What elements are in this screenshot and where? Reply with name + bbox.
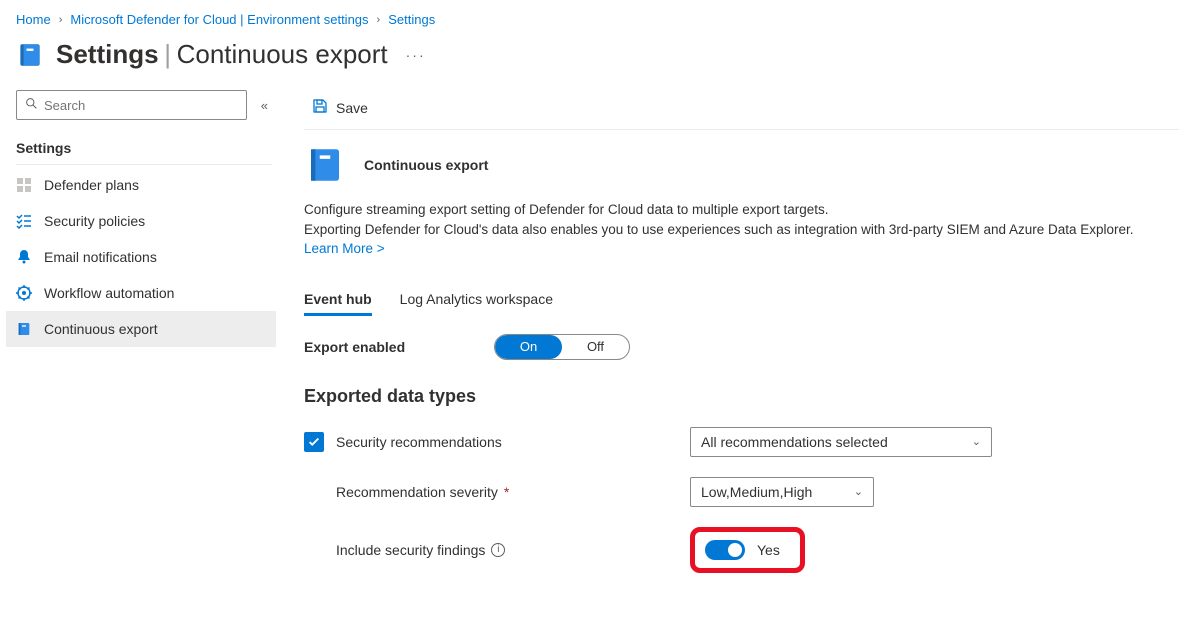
toggle-knob xyxy=(728,543,742,557)
checklist-icon xyxy=(16,213,32,229)
chevron-right-icon: › xyxy=(59,14,63,26)
dropdown-value: All recommendations selected xyxy=(701,434,888,450)
search-icon xyxy=(25,97,38,113)
toolbar: Save xyxy=(304,86,1179,130)
content-header-title: Continuous export xyxy=(364,157,488,173)
chevron-right-icon: › xyxy=(377,14,381,26)
export-enabled-label: Export enabled xyxy=(304,339,494,355)
search-input[interactable] xyxy=(44,98,238,113)
sidebar-item-defender-plans[interactable]: Defender plans xyxy=(6,167,276,203)
security-recommendations-checkbox[interactable] xyxy=(304,432,324,452)
sidebar: « Settings Defender plans Security polic… xyxy=(0,86,280,593)
search-input-wrapper[interactable] xyxy=(16,90,247,120)
recommendation-severity-label: Recommendation severity * xyxy=(304,484,662,500)
security-recommendations-label: Security recommendations xyxy=(336,434,502,450)
info-icon[interactable]: i xyxy=(491,543,505,557)
severity-dropdown[interactable]: Low,Medium,High ⌄ xyxy=(690,477,874,507)
highlight-annotation: Yes xyxy=(690,527,805,573)
sidebar-item-workflow-automation[interactable]: Workflow automation xyxy=(6,275,276,311)
toggle-value-label: Yes xyxy=(757,542,780,558)
sidebar-item-label: Workflow automation xyxy=(44,285,174,301)
breadcrumb-settings[interactable]: Settings xyxy=(388,12,435,27)
sidebar-item-label: Defender plans xyxy=(44,177,139,193)
sidebar-item-email-notifications[interactable]: Email notifications xyxy=(6,239,276,275)
gear-icon xyxy=(16,285,32,301)
recommendations-dropdown[interactable]: All recommendations selected ⌄ xyxy=(690,427,992,457)
exported-data-types-heading: Exported data types xyxy=(304,386,1179,407)
toggle-off: Off xyxy=(562,335,629,359)
tabs: Event hub Log Analytics workspace xyxy=(304,285,1179,316)
page-title: Settings | Continuous export xyxy=(56,39,388,70)
breadcrumb-home[interactable]: Home xyxy=(16,12,51,27)
include-security-findings-label: Include security findings i xyxy=(304,542,662,558)
save-button-label: Save xyxy=(336,100,368,116)
chevron-down-icon: ⌄ xyxy=(854,485,863,498)
sidebar-section-label: Settings xyxy=(16,134,272,160)
description-text: Configure streaming export setting of De… xyxy=(304,200,1179,259)
check-icon xyxy=(307,435,321,449)
main-content: Save Continuous export Configure streami… xyxy=(280,86,1195,593)
required-asterisk: * xyxy=(504,484,509,500)
dropdown-value: Low,Medium,High xyxy=(701,484,812,500)
learn-more-link[interactable]: Learn More > xyxy=(304,241,385,256)
sidebar-item-label: Email notifications xyxy=(44,249,157,265)
tab-log-analytics[interactable]: Log Analytics workspace xyxy=(400,285,553,316)
book-icon xyxy=(16,41,44,69)
save-button[interactable]: Save xyxy=(304,94,376,121)
sidebar-item-label: Continuous export xyxy=(44,321,158,337)
more-button[interactable]: ··· xyxy=(400,47,426,63)
include-findings-toggle[interactable] xyxy=(705,540,745,560)
bell-icon xyxy=(16,249,32,265)
tab-event-hub[interactable]: Event hub xyxy=(304,285,372,316)
breadcrumb: Home › Microsoft Defender for Cloud | En… xyxy=(0,0,1195,35)
breadcrumb-defender[interactable]: Microsoft Defender for Cloud | Environme… xyxy=(70,12,368,27)
save-icon xyxy=(312,98,328,117)
book-icon xyxy=(16,321,32,337)
toggle-on: On xyxy=(495,335,562,359)
sidebar-item-continuous-export[interactable]: Continuous export xyxy=(6,311,276,347)
book-icon xyxy=(304,144,346,186)
sidebar-item-security-policies[interactable]: Security policies xyxy=(6,203,276,239)
chevron-down-icon: ⌄ xyxy=(972,435,981,448)
sidebar-item-label: Security policies xyxy=(44,213,145,229)
collapse-sidebar-button[interactable]: « xyxy=(257,94,272,117)
export-enabled-toggle[interactable]: On Off xyxy=(494,334,630,360)
divider xyxy=(16,164,272,165)
grid-icon xyxy=(16,177,32,193)
page-title-row: Settings | Continuous export ··· xyxy=(0,35,1195,86)
